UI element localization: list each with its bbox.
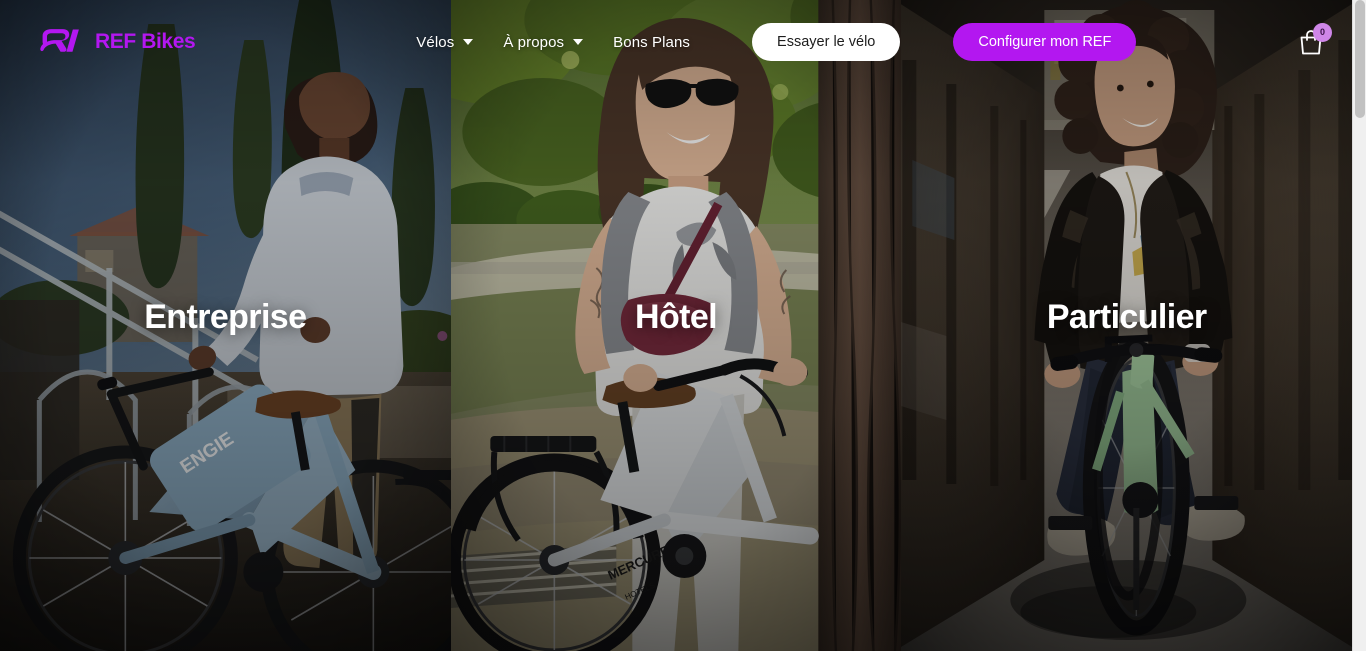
panel-particulier-title: Particulier (1046, 298, 1207, 336)
brand-logo-link[interactable]: REF Bikes (38, 27, 196, 57)
panel-entreprise-title: Entreprise (144, 298, 307, 336)
cart-count-badge: 0 (1313, 23, 1332, 42)
try-bike-button[interactable]: Essayer le vélo (752, 23, 901, 61)
brand-wordmark: REF Bikes (95, 30, 196, 53)
nav-item-velos[interactable]: Vélos (416, 33, 474, 51)
page-scrollbar[interactable] (1352, 0, 1366, 651)
nav-item-a-propos[interactable]: À propos (503, 33, 584, 51)
chevron-down-icon (573, 39, 584, 45)
panel-particulier[interactable]: Particulier (901, 0, 1353, 651)
ref-logo-mark-icon (38, 27, 82, 57)
nav-item-bons-plans[interactable]: Bons Plans (613, 34, 690, 51)
category-panels: ENGIE (0, 0, 1353, 651)
panel-entreprise[interactable]: ENGIE (0, 0, 451, 651)
nav-item-a-propos-label: À propos (503, 33, 565, 51)
chevron-down-icon (463, 39, 474, 45)
header-actions: Essayer le vélo Configurer mon REF (752, 23, 1137, 61)
main-navigation: Vélos À propos Bons Plans (416, 34, 690, 51)
site-header: REF Bikes Vélos À propos Bons Plans Essa… (0, 0, 1352, 84)
nav-item-velos-label: Vélos (416, 33, 455, 51)
panel-hotel-title: Hôtel (635, 298, 718, 336)
nav-item-bons-plans-label: Bons Plans (613, 33, 691, 51)
panel-hotel[interactable]: A (450, 0, 902, 651)
page-root: ENGIE (0, 0, 1366, 651)
scrollbar-thumb[interactable] (1355, 0, 1365, 118)
configure-ref-button[interactable]: Configurer mon REF (953, 23, 1137, 61)
cart-button[interactable]: 0 (1294, 22, 1332, 62)
